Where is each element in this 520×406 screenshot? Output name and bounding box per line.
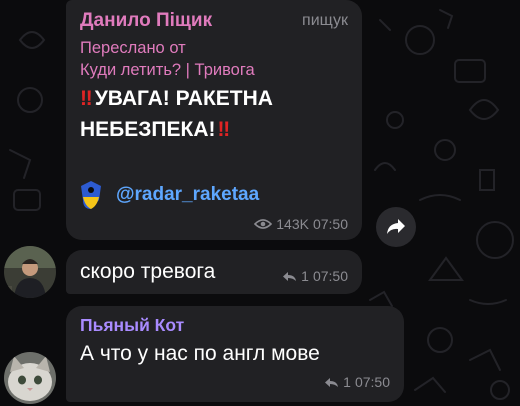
reply-count[interactable]: 1 [343,374,351,390]
avatar-photo [4,246,56,298]
message-time: 07:50 [312,268,348,284]
forwarded-from[interactable]: Переслано от Куди летить? | Тривога [80,37,255,81]
avatar[interactable] [4,352,56,404]
shield-icon [81,181,101,209]
message-text: ‼ УВАГА! РАКЕТНА НЕБЕЗПЕКА!‼ [80,83,350,145]
message-text: скоро тревога [80,260,216,283]
sender-name[interactable]: Данило Піщик [80,10,212,32]
share-button[interactable] [376,207,416,247]
forwarded-channel[interactable]: Куди летить? | Тривога [80,59,255,81]
forwarded-label: Переслано от [80,39,186,57]
message-bubble[interactable]: скоро тревога 1 07:50 [66,250,362,294]
forwarded-message-bubble[interactable]: Данило Піщик пищук Переслано от Куди лет… [66,0,362,240]
message-bubble[interactable]: Пьяный Кот А что у нас по англ мове 1 07… [66,306,404,402]
channel-link-row: @radar_raketaa [80,180,259,210]
double-exclamation-emoji: ‼ [80,87,93,110]
view-count: 143K [276,216,309,232]
sender-name[interactable]: Пьяный Кот [80,315,184,336]
reply-count[interactable]: 1 [301,268,309,284]
avatar-photo [4,352,56,404]
message-meta: 1 07:50 [324,374,390,390]
reply-icon [325,377,339,387]
post-author: пищук [302,12,348,29]
message-meta: 1 07:50 [282,268,348,284]
double-exclamation-emoji: ‼ [217,118,231,141]
avatar[interactable] [4,246,56,298]
share-icon [387,219,405,234]
channel-link[interactable]: @radar_raketaa [116,184,259,206]
alert-text: УВАГА! РАКЕТНА НЕБЕЗПЕКА! [80,87,273,141]
reply-icon [283,271,297,281]
message-time: 07:50 [354,374,390,390]
message-meta: 143K 07:50 [254,216,348,232]
message-time: 07:50 [312,216,348,232]
message-text: А что у нас по англ мове [80,342,320,365]
eye-icon [254,219,273,229]
